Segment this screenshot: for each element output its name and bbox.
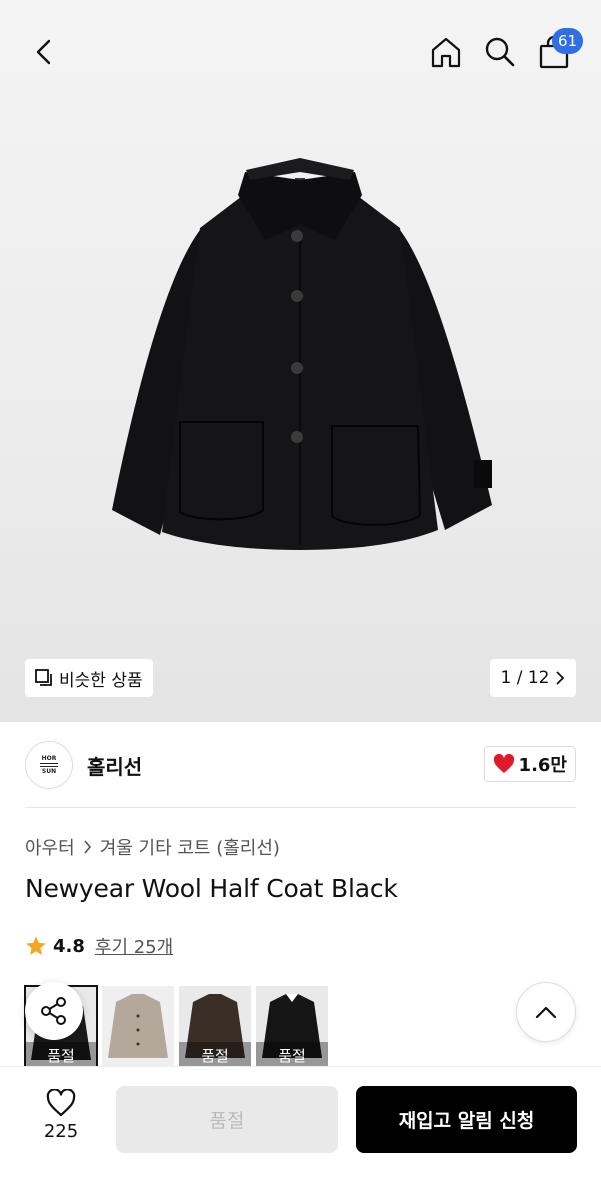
- heart-outline-icon: [46, 1089, 76, 1117]
- divider: [25, 807, 576, 808]
- review-count-link[interactable]: 후기 25개: [95, 933, 173, 959]
- home-icon: [431, 37, 461, 68]
- search-button[interactable]: [478, 30, 522, 74]
- logo-divider: [40, 766, 58, 767]
- scroll-to-top-button[interactable]: [516, 982, 576, 1042]
- home-button[interactable]: [424, 30, 468, 74]
- breadcrumb-subcategory[interactable]: 겨울 기타 코트 (홀리선): [100, 834, 280, 860]
- similar-products-button[interactable]: 비슷한 상품: [25, 659, 153, 697]
- chevron-up-icon: [535, 1006, 557, 1019]
- image-pager[interactable]: 1 / 12: [490, 659, 576, 697]
- chevron-right-icon: [556, 671, 565, 685]
- back-button[interactable]: [22, 30, 66, 74]
- top-navigation-bar: 61: [0, 0, 601, 100]
- soldout-label: 품절: [25, 1042, 97, 1068]
- product-photo: [112, 158, 492, 550]
- share-button[interactable]: [25, 982, 83, 1040]
- brand-like-count: 1.6만: [518, 755, 567, 776]
- similar-products-label: 비슷한 상품: [59, 670, 143, 691]
- restock-alert-button[interactable]: 재입고 알림 신청: [356, 1086, 577, 1153]
- brand-logo-text-top: HOR: [41, 755, 57, 762]
- image-pager-label: 1 / 12: [500, 668, 550, 688]
- thumbnail-image: [108, 994, 168, 1058]
- chevron-left-icon: [36, 39, 51, 65]
- brand-logo-text-bottom: SUN: [41, 768, 57, 775]
- similar-icon: [35, 669, 52, 686]
- brand-name[interactable]: 홀리선: [87, 751, 142, 780]
- rating-row: 4.8 후기 25개: [25, 933, 173, 959]
- soldout-button[interactable]: 품절: [116, 1086, 338, 1153]
- chevron-right-icon: [84, 840, 91, 854]
- brand-row[interactable]: HOR SUN 홀리선 1.6만: [25, 740, 576, 790]
- search-icon: [485, 37, 515, 67]
- brand-like-button[interactable]: 1.6만: [483, 746, 576, 782]
- wishlist-button[interactable]: 225: [33, 1089, 89, 1149]
- soldout-label: 품절: [179, 1042, 251, 1068]
- star-icon: [26, 936, 46, 955]
- bottom-action-bar: 225 품절 재입고 알림 신청: [0, 1066, 601, 1200]
- cart-count-badge: 61: [552, 28, 584, 54]
- color-option-brown[interactable]: 품절: [179, 986, 251, 1068]
- wishlist-count: 225: [43, 1121, 79, 1142]
- logo-divider: [40, 763, 58, 764]
- heart-filled-icon: [493, 754, 514, 773]
- rating-value: 4.8: [53, 935, 85, 957]
- color-option-beige[interactable]: [102, 986, 174, 1068]
- breadcrumb-category[interactable]: 아우터: [25, 834, 75, 860]
- product-image-gallery[interactable]: 61 비슷한 상품 1 / 12: [0, 0, 601, 722]
- soldout-label: 품절: [256, 1042, 328, 1068]
- color-option-black-2[interactable]: 품절: [256, 986, 328, 1068]
- brand-logo[interactable]: HOR SUN: [25, 741, 73, 789]
- breadcrumb: 아우터 겨울 기타 코트 (홀리선): [25, 834, 280, 860]
- share-icon: [41, 997, 66, 1025]
- product-title: Newyear Wool Half Coat Black: [25, 874, 398, 903]
